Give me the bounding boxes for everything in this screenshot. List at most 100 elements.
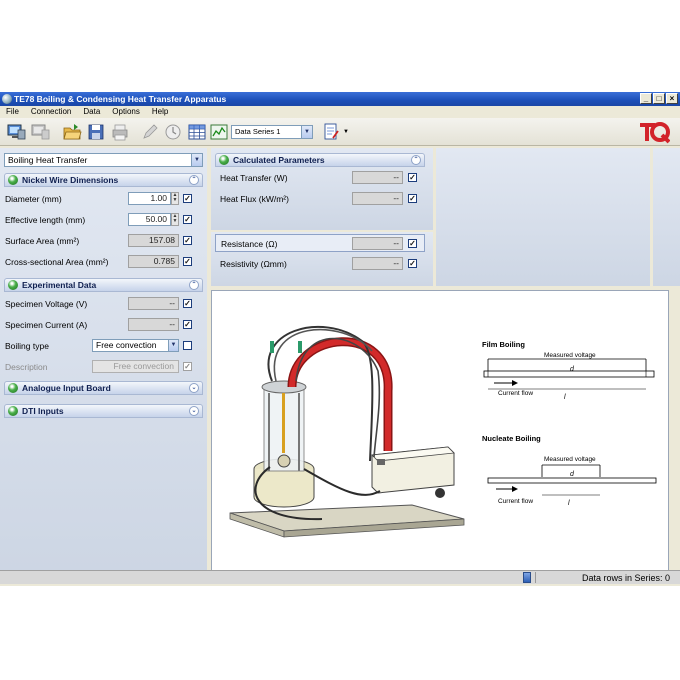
specimen-voltage-row: Specimen Voltage (V) -- ✓ (0, 295, 207, 313)
collapse-icon[interactable]: ⌃ (411, 155, 421, 165)
print-icon[interactable] (110, 122, 130, 142)
specimen-current-label: Specimen Current (A) (5, 320, 88, 330)
menu-help[interactable]: Help (152, 106, 168, 118)
specimen-voltage-checkbox[interactable]: ✓ (183, 299, 192, 308)
maximize-button[interactable]: □ (653, 93, 665, 104)
series-dropdown[interactable]: Data Series 1 ▼ (231, 125, 313, 139)
collapse-icon[interactable]: ⌃ (189, 280, 199, 290)
resistance-checkbox[interactable]: ✓ (408, 239, 417, 248)
minimize-button[interactable]: _ (640, 93, 652, 104)
pen-icon[interactable] (140, 122, 160, 142)
collapse-icon[interactable]: ⌃ (189, 175, 199, 185)
heat-flux-row: Heat Flux (kW/m²) -- ✓ (215, 190, 425, 208)
description-label: Description (5, 362, 48, 372)
specimen-voltage-value: -- (128, 297, 179, 310)
section-title: Nickel Wire Dimensions (22, 175, 119, 185)
cross-section-row: Cross-sectional Area (mm²) 0.785 ✓ (0, 253, 207, 271)
apparatus-diagram: Film Boiling Measured voltage d l Curren… (229, 326, 657, 538)
window-title: TE78 Boiling & Condensing Heat Transfer … (14, 94, 227, 104)
computer-icon[interactable] (6, 122, 26, 142)
diameter-row: Diameter (mm) 1.00 ▲ ▼ ✓ (0, 190, 207, 208)
effective-length-row: Effective length (mm) 50.00 ▲ ▼ ✓ (0, 211, 207, 229)
effective-length-spinner[interactable]: ▲ ▼ (171, 213, 179, 226)
nucleate-boiling-title: Nucleate Boiling (482, 434, 541, 443)
nucleate-current-flow-label: Current flow (498, 498, 533, 505)
section-title: DTI Inputs (22, 406, 64, 416)
boiling-type-label: Boiling type (5, 341, 49, 351)
film-boiling-title: Film Boiling (482, 340, 525, 349)
cross-section-checkbox[interactable]: ✓ (183, 257, 192, 266)
application-window: TE78 Boiling & Condensing Heat Transfer … (0, 92, 680, 586)
expand-icon[interactable]: ⌄ (189, 383, 199, 393)
boiling-type-checkbox[interactable] (183, 341, 192, 350)
chevron-down-icon[interactable]: ▼ (343, 129, 349, 135)
close-button[interactable]: × (666, 93, 678, 104)
effective-length-label: Effective length (mm) (5, 215, 86, 225)
surface-area-label: Surface Area (mm²) (5, 236, 80, 246)
resistivity-checkbox[interactable]: ✓ (408, 259, 417, 268)
specimen-current-row: Specimen Current (A) -- ✓ (0, 316, 207, 334)
left-panel: Boiling Heat Transfer ▼ Nickel Wire Dime… (0, 148, 207, 570)
specimen-voltage-label: Specimen Voltage (V) (5, 299, 88, 309)
resistance-value: -- (352, 237, 403, 250)
resistance-row: Resistance (Ω) -- ✓ (215, 234, 425, 252)
nucleate-l-label: l (568, 500, 570, 507)
menu-bar: File Connection Data Options Help (0, 106, 680, 118)
diameter-checkbox[interactable]: ✓ (183, 194, 192, 203)
section-calculated-header[interactable]: Calculated Parameters ⌃ (215, 153, 425, 167)
section-experimental-header[interactable]: Experimental Data ⌃ (4, 278, 203, 292)
app-icon (2, 94, 12, 104)
menu-connection[interactable]: Connection (31, 106, 71, 118)
computer-disabled-icon[interactable] (30, 122, 50, 142)
expand-icon[interactable]: ⌄ (189, 406, 199, 416)
open-folder-icon[interactable] (62, 122, 82, 142)
apparatus-diagram-area: Film Boiling Measured voltage d l Curren… (211, 290, 669, 572)
description-field[interactable]: Free convection (92, 360, 179, 373)
effective-length-input[interactable]: 50.00 (128, 213, 171, 226)
chart-icon[interactable] (209, 122, 229, 142)
heat-flux-checkbox[interactable]: ✓ (408, 194, 417, 203)
menu-file[interactable]: File (6, 106, 19, 118)
diameter-label: Diameter (mm) (5, 194, 62, 204)
specimen-current-value: -- (128, 318, 179, 331)
calculated-panel: Calculated Parameters ⌃ Heat Transfer (W… (211, 148, 433, 230)
heat-transfer-checkbox[interactable]: ✓ (408, 173, 417, 182)
series-dropdown-value: Data Series 1 (235, 127, 281, 136)
heat-flux-value: -- (352, 192, 403, 205)
section-analogue-header[interactable]: Analogue Input Board ⌄ (4, 381, 203, 395)
film-measured-voltage-label: Measured voltage (544, 352, 596, 359)
menu-data[interactable]: Data (83, 106, 100, 118)
save-icon[interactable] (86, 122, 106, 142)
clock-icon[interactable] (163, 122, 183, 142)
table-icon[interactable] (187, 122, 207, 142)
description-checkbox[interactable]: ✓ (183, 362, 192, 371)
surface-area-checkbox[interactable]: ✓ (183, 236, 192, 245)
menu-options[interactable]: Options (112, 106, 140, 118)
chevron-down-icon: ▼ (168, 340, 178, 351)
section-dti-header[interactable]: DTI Inputs ⌄ (4, 404, 203, 418)
diameter-input[interactable]: 1.00 (128, 192, 171, 205)
effective-length-checkbox[interactable]: ✓ (183, 215, 192, 224)
heat-transfer-value: -- (352, 171, 403, 184)
wizard-icon[interactable] (322, 122, 342, 142)
bullet-icon (219, 155, 229, 165)
section-nickel-wire-header[interactable]: Nickel Wire Dimensions ⌃ (4, 173, 203, 187)
heat-transfer-label: Heat Transfer (W) (220, 173, 288, 183)
resistivity-label: Resistivity (Ωmm) (220, 259, 287, 269)
specimen-current-checkbox[interactable]: ✓ (183, 320, 192, 329)
resistance-label: Resistance (Ω) (221, 239, 278, 249)
resistivity-value: -- (352, 257, 403, 270)
film-l-label: l (564, 394, 566, 401)
nucleate-d-label: d (570, 471, 575, 478)
boiling-type-select[interactable]: Free convection ▼ (92, 339, 179, 352)
status-icon (523, 572, 531, 583)
boiling-type-value: Free convection (96, 340, 157, 350)
title-bar[interactable]: TE78 Boiling & Condensing Heat Transfer … (0, 92, 680, 106)
film-current-flow-label: Current flow (498, 390, 533, 397)
diameter-spinner[interactable]: ▲ ▼ (171, 192, 179, 205)
section-title: Experimental Data (22, 280, 97, 290)
experiment-mode-select[interactable]: Boiling Heat Transfer ▼ (4, 153, 203, 167)
cross-section-label: Cross-sectional Area (mm²) (5, 257, 109, 267)
surface-area-value: 157.08 (128, 234, 179, 247)
experiment-mode-value: Boiling Heat Transfer (8, 155, 88, 165)
